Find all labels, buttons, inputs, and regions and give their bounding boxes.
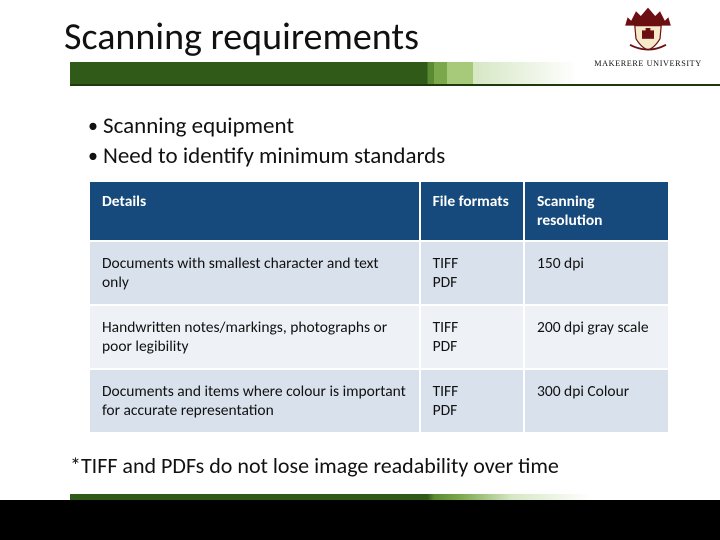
footer-black-bar (0, 500, 720, 540)
slide: Scanning requirements MAKERERE UNIVERSIT… (0, 0, 720, 540)
cell-details: Documents with smallest character and te… (89, 241, 420, 305)
cell-resolution: 300 dpi Colour (524, 369, 669, 433)
cell-details: Documents and items where colour is impo… (89, 369, 420, 433)
university-logo: MAKERERE UNIVERSITY (588, 4, 708, 68)
footnote: *TIFF and PDFs do not lose image readabi… (70, 452, 670, 479)
bullet-item: • Need to identify minimum standards (88, 142, 670, 170)
bullet-list: • Scanning equipment • Need to identify … (88, 112, 670, 170)
table-row: Documents with smallest character and te… (89, 241, 669, 305)
table-row: Handwritten notes/markings, photographs … (89, 305, 669, 369)
col-header-resolution: Scanning resolution (524, 181, 669, 241)
cell-format: TIFF PDF (420, 241, 524, 305)
col-header-details: Details (89, 181, 420, 241)
cell-resolution: 200 dpi gray scale (524, 305, 669, 369)
logo-caption: MAKERERE UNIVERSITY (588, 59, 708, 68)
cell-resolution: 150 dpi (524, 241, 669, 305)
col-header-format: File formats (420, 181, 524, 241)
body: • Scanning equipment • Need to identify … (88, 110, 670, 479)
bullet-text: Scanning equipment (103, 112, 294, 140)
header: Scanning requirements MAKERERE UNIVERSIT… (0, 0, 720, 92)
cell-details: Handwritten notes/markings, photographs … (89, 305, 420, 369)
footer (0, 494, 720, 540)
table-header-row: Details File formats Scanning resolution (89, 181, 669, 241)
bullet-text: Need to identify minimum standards (103, 142, 445, 170)
table-row: Documents and items where colour is impo… (89, 369, 669, 433)
cell-format: TIFF PDF (420, 369, 524, 433)
bullet-item: • Scanning equipment (88, 112, 670, 140)
slide-title: Scanning requirements (64, 14, 419, 60)
crest-icon (617, 4, 679, 52)
bullet-dot-icon: • (88, 142, 103, 170)
requirements-table: Details File formats Scanning resolution… (88, 180, 670, 434)
bullet-dot-icon: • (88, 112, 103, 140)
cell-format: TIFF PDF (420, 305, 524, 369)
